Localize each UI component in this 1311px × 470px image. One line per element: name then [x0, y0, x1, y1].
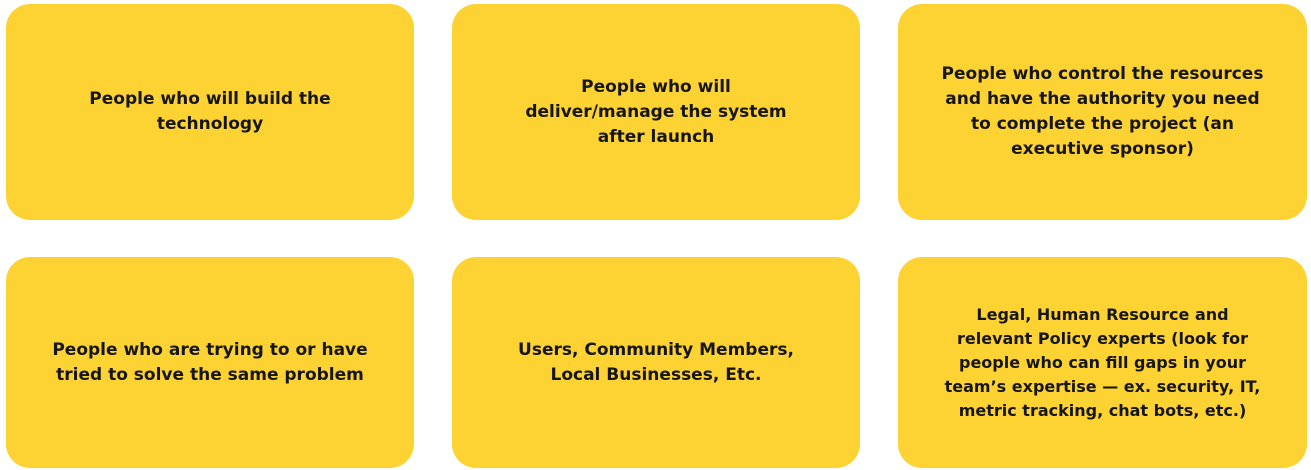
card-text: People who will build the technology [89, 89, 331, 134]
card-text: People who will deliver/manage the syste… [525, 76, 787, 147]
card-users-community: Users, Community Members, Local Business… [452, 257, 860, 468]
card-system-managers: People who will deliver/manage the syste… [452, 4, 860, 220]
card-text: People who are trying to or have tried t… [52, 339, 368, 385]
card-problem-solvers: People who are trying to or have tried t… [6, 257, 414, 468]
card-policy-experts: Legal, Human Resource and relevant Polic… [898, 257, 1307, 468]
card-text: Legal, Human Resource and relevant Polic… [944, 304, 1261, 420]
stakeholder-card-grid: People who will build the technology Peo… [6, 4, 1307, 470]
card-technology-builders: People who will build the technology [6, 4, 414, 220]
card-text: People who control the resources and hav… [941, 64, 1264, 159]
card-text: Users, Community Members, Local Business… [518, 339, 794, 385]
card-executive-sponsor: People who control the resources and hav… [898, 4, 1307, 220]
